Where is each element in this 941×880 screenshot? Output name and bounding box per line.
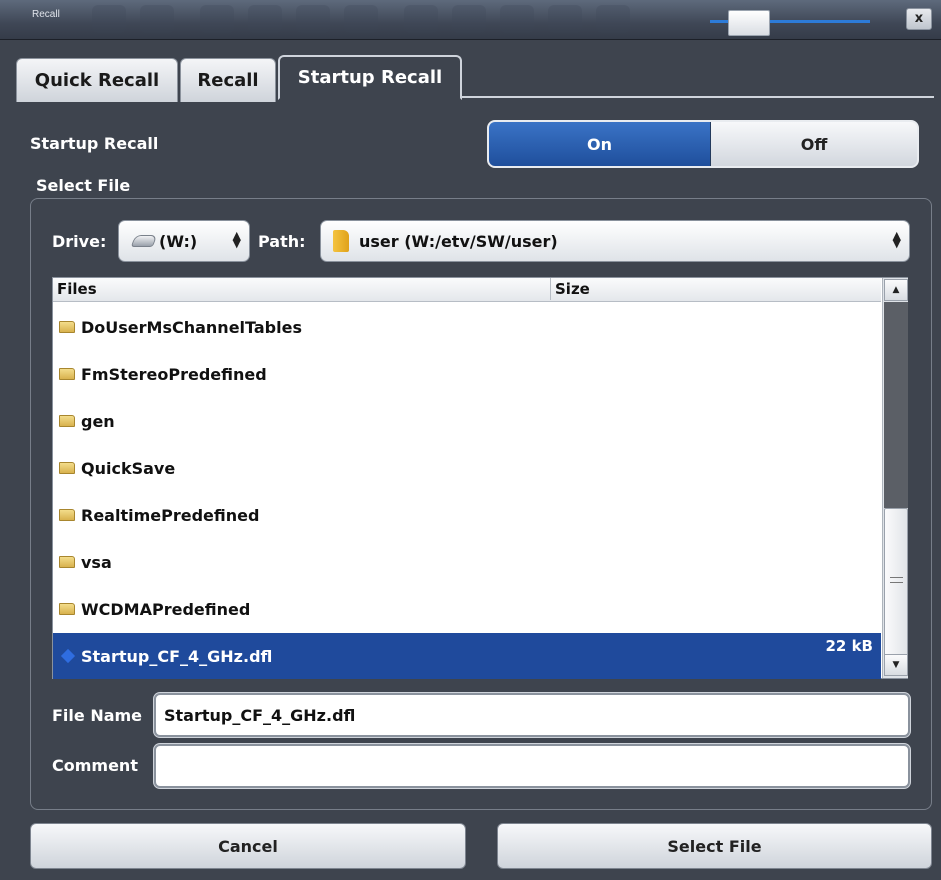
cancel-button[interactable]: Cancel [30,823,466,869]
file-name: DoUserMsChannelTables [81,317,302,337]
updown-arrows-icon: ▲ ▼ [232,229,241,250]
comment-field[interactable] [154,744,910,788]
toolbar-ghost-icon [200,5,234,33]
select-file-label: Select File [667,836,762,856]
path-label: Path: [258,232,306,251]
toolbar-ghost-icon [344,5,378,33]
transparency-slider-thumb[interactable] [728,10,770,36]
file-name: Startup_CF_4_GHz.dfl [81,646,273,666]
window-title: Recall [32,9,60,20]
folder-icon [59,509,75,521]
tab-recall[interactable]: Recall [180,58,276,102]
column-header-files[interactable]: Files [57,280,97,298]
list-item[interactable]: WCDMAPredefined [53,586,881,632]
list-item[interactable]: vsa [53,539,881,585]
path-select[interactable]: user (W:/etv/SW/user) ▲ ▼ [320,220,910,262]
list-item[interactable]: DoUserMsChannelTables [53,304,881,350]
file-list-scrollbar[interactable]: ▲ ▼ [882,278,908,678]
drive-select[interactable]: (W:) ▲ ▼ [118,220,250,262]
file-name: vsa [81,552,112,572]
folder-icon [59,415,75,427]
toolbar-ghost-icon [296,5,330,33]
file-list-header: Files Size [53,278,881,302]
file-size: 22 kB [825,637,873,655]
comment-label: Comment [52,756,138,775]
toolbar-ghost-icon [500,5,534,33]
folder-icon [59,603,75,615]
toolbar-ghost-icon [452,5,486,33]
file-name: QuickSave [81,458,176,478]
folder-icon [59,462,75,474]
file-icon [60,648,76,664]
file-list: Files Size DoUserMsChannelTables FmStere… [52,277,908,679]
toolbar-ghost-icon [596,5,630,33]
list-item-selected[interactable]: Startup_CF_4_GHz.dfl 22 kB [53,633,881,679]
scroll-up-icon[interactable]: ▲ [884,279,908,301]
toggle-on-button[interactable]: On [489,122,711,166]
list-item[interactable]: QuickSave [53,445,881,491]
toolbar-ghost-icon [548,5,582,33]
list-item[interactable]: gen [53,398,881,444]
select-file-button[interactable]: Select File [497,823,932,869]
folder-icon [59,556,75,568]
scroll-down-icon[interactable]: ▼ [884,654,908,676]
toggle-off-button[interactable]: Off [711,122,917,166]
toggle-off-label: Off [800,134,828,154]
tab-label: Startup Recall [297,67,443,88]
file-name: RealtimePredefined [81,505,260,525]
path-value: user (W:/etv/SW/user) [359,231,558,251]
drive-label: Drive: [52,232,107,251]
list-item[interactable]: RealtimePredefined [53,492,881,538]
toolbar-ghost-icon [92,5,126,33]
drive-value: (W:) [159,231,198,251]
tab-strip-divider [462,96,934,98]
scroll-track[interactable] [884,302,908,508]
file-name: WCDMAPredefined [81,599,251,619]
tab-label: Recall [197,70,259,91]
file-name-label: File Name [52,706,143,725]
toolbar-ghost-icon [248,5,282,33]
close-button[interactable]: x [906,8,932,30]
file-name: gen [81,411,115,431]
list-item[interactable]: FmStereoPredefined [53,351,881,397]
startup-recall-toggle: On Off [487,120,919,168]
toolbar-ghost-icon [404,5,438,33]
grip-icon [890,577,903,583]
toggle-on-label: On [587,134,612,154]
folder-icon [59,321,75,333]
tab-quick-recall[interactable]: Quick Recall [16,58,178,102]
file-name-value: Startup_CF_4_GHz.dfl [164,705,356,725]
tab-startup-recall[interactable]: Startup Recall [278,55,462,100]
toolbar-ghost-icon [140,5,174,33]
folder-icon [333,230,349,252]
drive-icon [130,235,158,247]
select-file-label: Select File [36,176,131,195]
file-name: FmStereoPredefined [81,364,267,384]
tab-label: Quick Recall [34,70,160,91]
updown-arrows-icon: ▲ ▼ [892,229,901,250]
folder-icon [59,368,75,380]
file-name-field[interactable]: Startup_CF_4_GHz.dfl [154,693,910,737]
startup-recall-label: Startup Recall [30,134,159,153]
scroll-thumb[interactable] [884,508,908,656]
cancel-label: Cancel [218,836,278,856]
title-bar: Recall x [0,0,941,40]
column-header-size[interactable]: Size [550,278,590,300]
